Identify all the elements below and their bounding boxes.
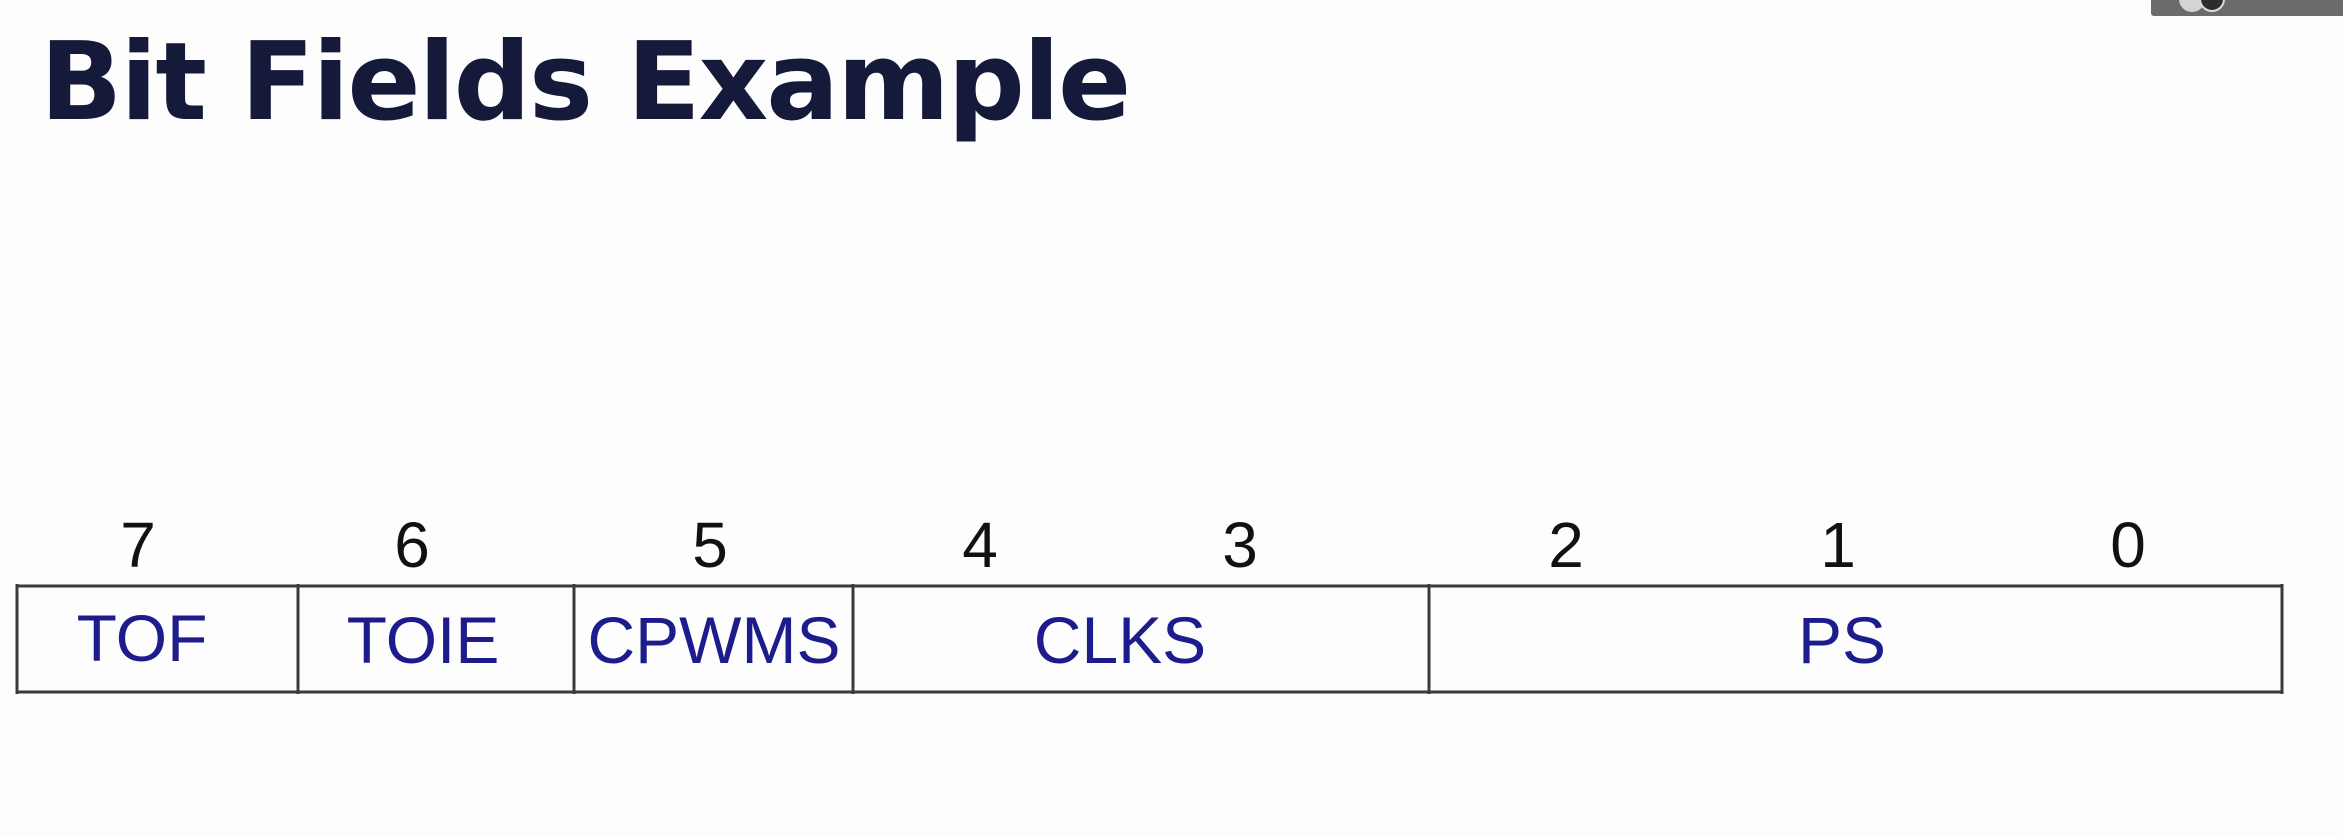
bit-number-2: 2 (1548, 509, 1584, 581)
bit-number-6: 6 (394, 509, 430, 581)
bit-number-3: 3 (1222, 509, 1258, 581)
bit-number-0: 0 (2110, 509, 2146, 581)
field-toie: TOIE (347, 603, 500, 677)
bit-number-5: 5 (692, 509, 728, 581)
field-cpwms: CPWMS (588, 603, 841, 677)
field-ps: PS (1798, 603, 1886, 677)
register-diagram: 7 6 5 4 3 2 1 0 TOF TOIE CPWMS CLKS PS (15, 509, 2284, 694)
bit-number-7: 7 (120, 509, 156, 581)
bit-number-1: 1 (1820, 509, 1856, 581)
field-clks: CLKS (1034, 603, 1206, 677)
field-tof: TOF (77, 601, 208, 675)
bit-number-4: 4 (962, 509, 998, 581)
